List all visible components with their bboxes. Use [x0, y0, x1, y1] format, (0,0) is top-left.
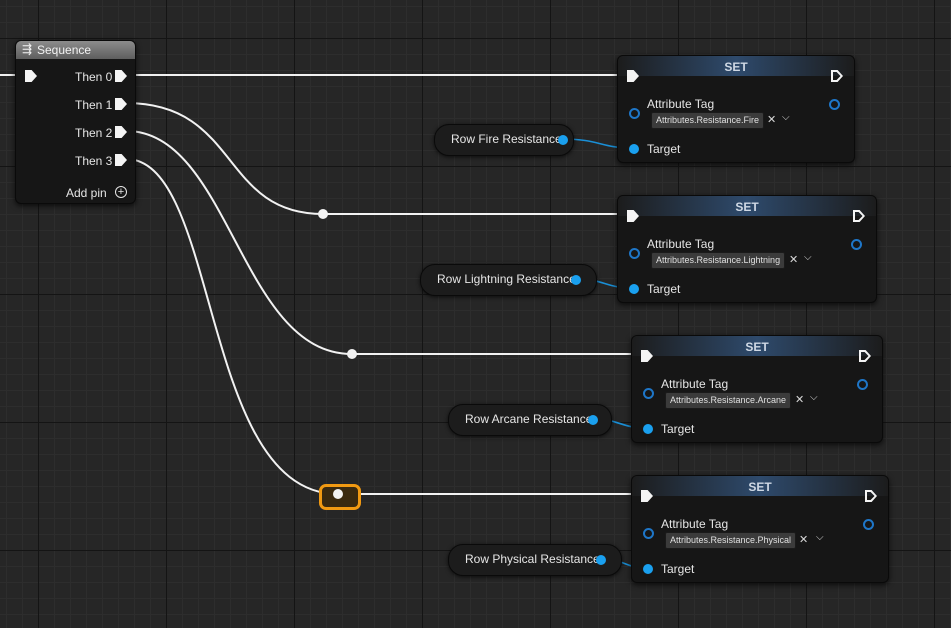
target-label: Target	[661, 562, 695, 576]
target-label: Target	[647, 142, 681, 156]
then-0-label: Then 0	[75, 70, 113, 84]
target-label: Target	[661, 422, 695, 436]
set-node-title: SET	[735, 200, 759, 214]
attribute-tag-input-pin[interactable]	[643, 388, 654, 399]
getter-output-pin[interactable]	[571, 275, 581, 285]
target-input-pin[interactable]	[643, 424, 653, 434]
attribute-tag-input-pin[interactable]	[629, 108, 640, 119]
then-2-label: Then 2	[75, 126, 113, 140]
getter-output-pin[interactable]	[596, 555, 606, 565]
getter-output-pin[interactable]	[558, 135, 568, 145]
add-pin-icon[interactable]: +	[115, 186, 127, 198]
attribute-tag-input-pin[interactable]	[643, 528, 654, 539]
then-1-label: Then 1	[75, 98, 113, 112]
clear-tag-icon[interactable]: ✕	[789, 253, 798, 266]
set-node-header: SET	[618, 196, 876, 216]
exec-wire-then3	[125, 158, 636, 495]
attribute-tag-value[interactable]: Attributes.Resistance.Arcane	[665, 392, 792, 409]
then-0-pin[interactable]	[115, 70, 127, 82]
getter-label: Row Lightning Resistance	[437, 272, 576, 286]
getter-fire-resistance[interactable]: Row Fire Resistance	[434, 124, 574, 156]
getter-lightning-resistance[interactable]: Row Lightning Resistance	[420, 264, 597, 296]
clear-tag-icon[interactable]: ✕	[799, 533, 808, 546]
getter-label: Row Physical Resistance	[465, 552, 600, 566]
attribute-tag-output-pin[interactable]	[829, 99, 840, 110]
sequence-header: ⇶ Sequence	[16, 41, 135, 59]
getter-physical-resistance[interactable]: Row Physical Resistance	[448, 544, 622, 576]
then-3-label: Then 3	[75, 154, 113, 168]
chevron-down-icon[interactable]: ⌵	[816, 532, 824, 543]
sequence-exec-input-pin[interactable]	[25, 70, 37, 82]
exec-wire-then2	[125, 130, 636, 355]
attribute-tag-label: Attribute Tag	[661, 517, 729, 531]
attribute-tag-label: Attribute Tag	[647, 97, 715, 111]
attribute-tag-label: Attribute Tag	[661, 377, 729, 391]
set-node-header: SET	[618, 56, 854, 76]
attribute-tag-output-pin[interactable]	[851, 239, 862, 250]
getter-label: Row Arcane Resistance	[465, 412, 593, 426]
attribute-tag-input-pin[interactable]	[629, 248, 640, 259]
set-node-header: SET	[632, 476, 888, 496]
attribute-tag-output-pin[interactable]	[857, 379, 868, 390]
reroute-selection-outline	[319, 484, 361, 510]
sequence-title: Sequence	[37, 43, 92, 57]
attribute-tag-label: Attribute Tag	[647, 237, 715, 251]
target-input-pin[interactable]	[643, 564, 653, 574]
add-pin-label[interactable]: Add pin	[66, 186, 107, 200]
attribute-tag-output-pin[interactable]	[863, 519, 874, 530]
getter-arcane-resistance[interactable]: Row Arcane Resistance	[448, 404, 612, 436]
set-node-physical[interactable]: SET Attribute Tag Attributes.Resistance.…	[631, 475, 889, 583]
sequence-node[interactable]: ⇶ Sequence Then 0 Then 1 Then 2 Then 3 A…	[15, 40, 136, 204]
set-node-title: SET	[745, 340, 769, 354]
sequence-icon: ⇶	[22, 42, 33, 56]
set-node-title: SET	[724, 60, 748, 74]
attribute-tag-value[interactable]: Attributes.Resistance.Fire	[651, 112, 765, 129]
getter-output-pin[interactable]	[588, 415, 598, 425]
getter-label: Row Fire Resistance	[451, 132, 562, 146]
then-1-pin[interactable]	[115, 98, 127, 110]
chevron-down-icon[interactable]: ⌵	[782, 112, 790, 123]
target-input-pin[interactable]	[629, 284, 639, 294]
attribute-tag-value[interactable]: Attributes.Resistance.Lightning	[651, 252, 786, 269]
set-node-title: SET	[748, 480, 772, 494]
set-node-arcane[interactable]: SET Attribute Tag Attributes.Resistance.…	[631, 335, 883, 443]
then-3-pin[interactable]	[115, 154, 127, 166]
clear-tag-icon[interactable]: ✕	[767, 113, 776, 126]
set-node-lightning[interactable]: SET Attribute Tag Attributes.Resistance.…	[617, 195, 877, 303]
chevron-down-icon[interactable]: ⌵	[810, 392, 818, 403]
set-node-fire[interactable]: SET Attribute Tag Attributes.Resistance.…	[617, 55, 855, 163]
chevron-down-icon[interactable]: ⌵	[804, 252, 812, 263]
attribute-tag-value[interactable]: Attributes.Resistance.Physical	[665, 532, 797, 549]
set-node-header: SET	[632, 336, 882, 356]
target-label: Target	[647, 282, 681, 296]
then-2-pin[interactable]	[115, 126, 127, 138]
target-input-pin[interactable]	[629, 144, 639, 154]
clear-tag-icon[interactable]: ✕	[795, 393, 804, 406]
exec-wire-then1	[125, 102, 622, 215]
